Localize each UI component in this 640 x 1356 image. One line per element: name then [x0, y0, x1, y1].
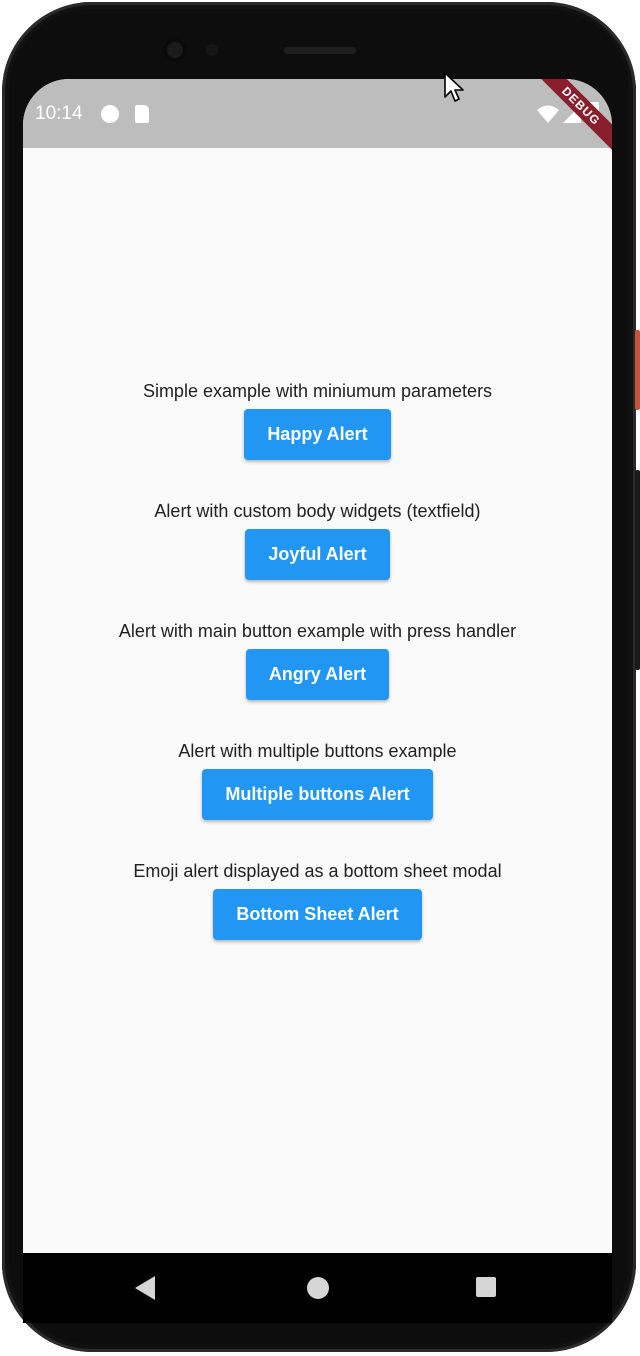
- home-icon[interactable]: [307, 1277, 329, 1299]
- bottom-sheet-alert-button[interactable]: Bottom Sheet Alert: [213, 889, 422, 940]
- power-button[interactable]: [635, 330, 640, 410]
- navigation-bar: [23, 1253, 612, 1323]
- happy-alert-button[interactable]: Happy Alert: [244, 409, 391, 460]
- recents-icon[interactable]: [476, 1277, 496, 1297]
- earpiece-speaker: [284, 47, 356, 54]
- device-frame: 10:14 DEBUG Simple example with miniumum…: [0, 0, 640, 1356]
- angry-alert-button[interactable]: Angry Alert: [245, 649, 390, 700]
- sd-card-icon: [135, 105, 149, 123]
- section-label: Alert with custom body widgets (textfiel…: [154, 501, 481, 521]
- notification-circle-icon: [101, 105, 119, 123]
- section-joyful-alert: Alert with custom body widgets (textfiel…: [23, 499, 612, 580]
- multiple-buttons-alert-button[interactable]: Multiple buttons Alert: [202, 769, 433, 820]
- section-happy-alert: Simple example with miniumum parameters …: [23, 379, 612, 460]
- section-label: Alert with main button example with pres…: [118, 621, 517, 641]
- section-label: Alert with multiple buttons example: [178, 741, 457, 761]
- status-time: 10:14: [35, 103, 83, 124]
- back-icon[interactable]: [135, 1276, 155, 1300]
- proximity-sensor: [206, 44, 218, 56]
- mouse-cursor-icon: [444, 72, 464, 102]
- section-angry-alert: Alert with main button example with pres…: [23, 619, 612, 700]
- section-bottom-sheet-alert: Emoji alert displayed as a bottom sheet …: [23, 859, 612, 940]
- front-camera: [163, 38, 187, 62]
- status-bar: 10:14 DEBUG: [23, 79, 612, 159]
- wifi-icon: [537, 105, 559, 123]
- volume-button[interactable]: [635, 470, 640, 670]
- section-multiple-buttons-alert: Alert with multiple buttons example Mult…: [23, 739, 612, 820]
- section-label: Emoji alert displayed as a bottom sheet …: [133, 861, 502, 881]
- main-content: Simple example with miniumum parameters …: [23, 148, 612, 1253]
- joyful-alert-button[interactable]: Joyful Alert: [245, 529, 390, 580]
- section-label: Simple example with miniumum parameters: [142, 381, 493, 401]
- screen: 10:14 DEBUG Simple example with miniumum…: [23, 79, 612, 1253]
